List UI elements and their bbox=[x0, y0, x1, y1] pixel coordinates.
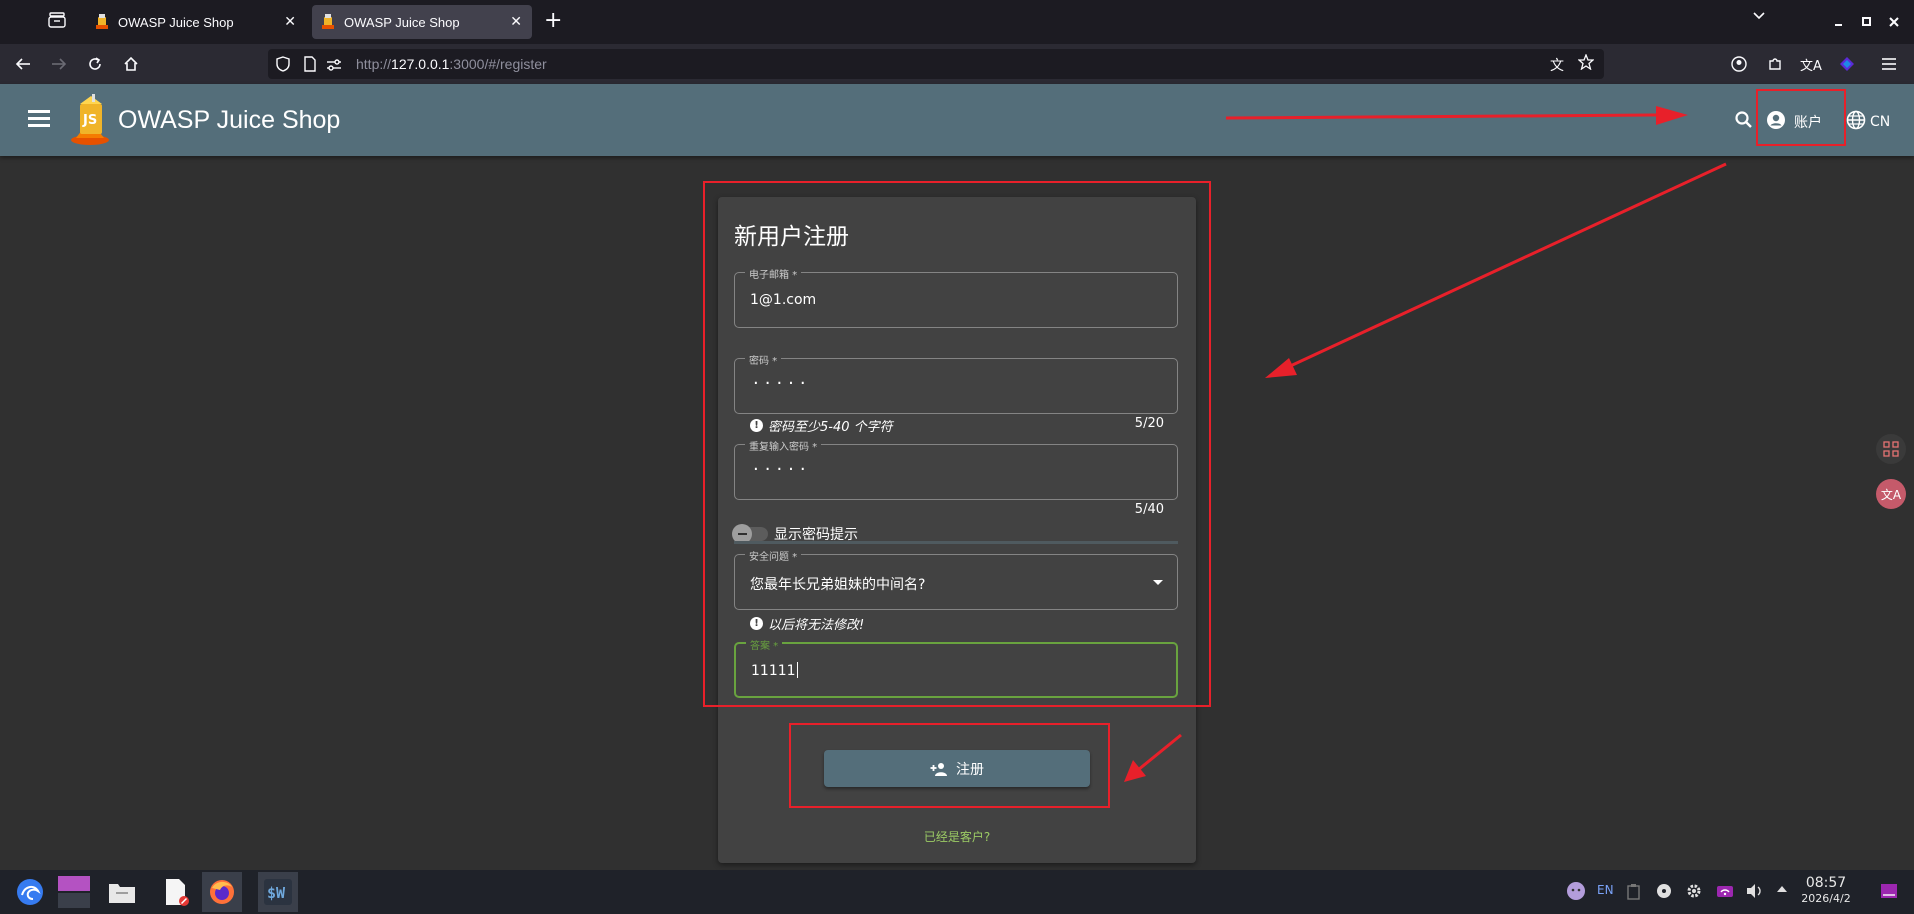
hamburger-menu-icon[interactable] bbox=[28, 110, 50, 130]
maximize-icon[interactable] bbox=[1862, 15, 1872, 31]
close-window-icon[interactable] bbox=[1889, 15, 1899, 31]
tray-expand-icon[interactable] bbox=[1776, 883, 1788, 897]
annotation-box-account bbox=[1756, 89, 1846, 146]
browser-tab[interactable]: OWASP Juice Shop ✕ bbox=[86, 5, 306, 39]
back-arrow-icon[interactable] bbox=[12, 53, 34, 75]
app-toolbar: JS OWASP Juice Shop 账户 CN bbox=[0, 84, 1914, 156]
annotation-box-register bbox=[789, 723, 1110, 808]
reload-icon[interactable] bbox=[84, 53, 106, 75]
url-scheme: http:// bbox=[356, 56, 392, 72]
juice-shop-logo[interactable]: JS bbox=[70, 94, 116, 146]
page-icon[interactable] bbox=[304, 56, 316, 76]
url-path: :3000/#/register bbox=[449, 56, 547, 72]
tray-cat-icon[interactable] bbox=[1566, 881, 1586, 904]
arrowhead-icon bbox=[1265, 358, 1297, 378]
chevron-down-icon[interactable] bbox=[1752, 9, 1766, 27]
side-translate-icon[interactable]: 文A bbox=[1876, 479, 1906, 509]
tab-title: OWASP Juice Shop bbox=[344, 14, 460, 30]
bookmark-star-icon[interactable] bbox=[1577, 53, 1595, 74]
clock-date: 2026/4/2 bbox=[1801, 892, 1851, 905]
svg-text:$W: $W bbox=[267, 884, 286, 902]
workspace-switcher-icon[interactable] bbox=[54, 872, 94, 912]
tab-title: OWASP Juice Shop bbox=[118, 14, 234, 30]
app-title[interactable]: OWASP Juice Shop bbox=[118, 106, 340, 135]
browser-tab-strip: OWASP Juice Shop ✕ OWASP Juice Shop ✕ + bbox=[0, 0, 1914, 44]
globe-icon bbox=[1846, 110, 1866, 134]
shield-icon[interactable] bbox=[276, 56, 290, 76]
annotation-box-form bbox=[703, 181, 1211, 707]
app-menu-icon[interactable] bbox=[1878, 53, 1900, 75]
clock-time: 08:57 bbox=[1805, 875, 1847, 891]
system-taskbar: $W EN 08:57 2026/4/2 bbox=[0, 870, 1914, 914]
clipboard-icon[interactable] bbox=[1626, 883, 1642, 904]
already-customer-link[interactable]: 已经是客户? bbox=[718, 828, 1196, 845]
juice-shop-favicon bbox=[322, 14, 336, 30]
search-icon[interactable] bbox=[1734, 110, 1754, 130]
text-editor-icon[interactable] bbox=[156, 872, 196, 912]
volume-icon[interactable] bbox=[1746, 883, 1764, 902]
kali-menu-icon[interactable] bbox=[10, 872, 50, 912]
file-manager-icon[interactable] bbox=[102, 872, 142, 912]
firefox-icon[interactable] bbox=[202, 872, 242, 912]
home-icon[interactable] bbox=[120, 53, 142, 75]
system-clock[interactable]: 08:57 2026/4/2 bbox=[1796, 874, 1856, 906]
side-grid-icon[interactable] bbox=[1876, 434, 1906, 464]
forward-arrow-icon[interactable] bbox=[48, 53, 70, 75]
svg-text:JS: JS bbox=[82, 113, 97, 128]
juice-shop-favicon bbox=[96, 14, 110, 30]
vpn-extension-icon[interactable] bbox=[1836, 53, 1858, 75]
language-label: CN bbox=[1870, 114, 1891, 130]
account-circle-icon[interactable] bbox=[1728, 53, 1750, 75]
browser-tab-active[interactable]: OWASP Juice Shop ✕ bbox=[312, 5, 532, 39]
translate-icon[interactable]: 文 bbox=[1550, 55, 1564, 75]
show-desktop-icon[interactable] bbox=[1880, 883, 1898, 902]
url-text[interactable]: http://127.0.0.1:3000/#/register bbox=[356, 56, 547, 72]
browser-navigation-bar: http://127.0.0.1:3000/#/register 文 文A bbox=[0, 44, 1914, 84]
permissions-icon[interactable] bbox=[326, 57, 342, 76]
url-bar[interactable]: http://127.0.0.1:3000/#/register 文 bbox=[268, 49, 1604, 79]
annotation-arrow-to-form bbox=[1285, 162, 1727, 370]
keyboard-layout-indicator[interactable]: EN bbox=[1597, 883, 1614, 897]
new-tab-icon[interactable]: + bbox=[544, 10, 562, 32]
close-tab-icon[interactable]: ✕ bbox=[510, 13, 522, 29]
language-button[interactable]: CN bbox=[1846, 110, 1890, 134]
terminal-icon[interactable]: $W bbox=[258, 872, 298, 912]
close-tab-icon[interactable]: ✕ bbox=[284, 13, 296, 29]
network-icon[interactable] bbox=[1716, 883, 1734, 902]
translate-extension-icon[interactable]: 文A bbox=[1800, 53, 1822, 75]
url-host: 127.0.0.1 bbox=[391, 56, 450, 72]
minimize-icon[interactable] bbox=[1834, 14, 1844, 30]
settings-gear-icon[interactable] bbox=[1686, 883, 1702, 902]
tab-list-icon[interactable] bbox=[48, 12, 72, 32]
extensions-icon[interactable] bbox=[1764, 53, 1786, 75]
disc-icon[interactable] bbox=[1656, 883, 1672, 902]
